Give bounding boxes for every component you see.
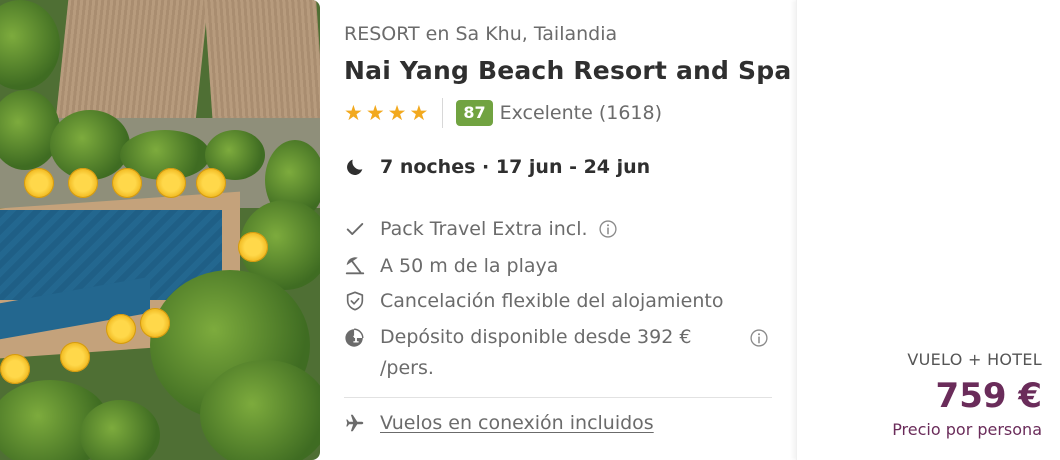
tree bbox=[80, 400, 160, 460]
plane-icon bbox=[346, 414, 364, 432]
flights-info: Vuelos en conexión incluidos bbox=[344, 412, 654, 434]
divider bbox=[344, 397, 772, 398]
rating-score-badge: 87 bbox=[456, 100, 493, 126]
roof-shape bbox=[203, 0, 320, 120]
info-icon[interactable] bbox=[749, 328, 769, 348]
feature-text: Depósito disponible desde 392 € bbox=[380, 326, 692, 348]
parasol bbox=[238, 232, 268, 262]
parasol bbox=[106, 314, 136, 344]
info-icon[interactable] bbox=[598, 219, 618, 239]
star-icon: ★ bbox=[344, 100, 363, 125]
feature-text: A 50 m de la playa bbox=[380, 255, 559, 277]
parasol bbox=[140, 308, 170, 338]
stay-dates: 7 noches · 17 jun - 24 jun bbox=[344, 156, 650, 178]
check-icon bbox=[346, 223, 364, 235]
feature-text: Cancelación flexible del alojamiento bbox=[380, 290, 724, 312]
rating-text[interactable]: Excelente (1618) bbox=[500, 102, 662, 124]
parasol bbox=[60, 342, 90, 372]
feature-text: Pack Travel Extra incl. bbox=[380, 218, 588, 240]
hotel-type-location: RESORT en Sa Khu, Tailandia bbox=[344, 23, 618, 45]
parasol bbox=[0, 354, 30, 384]
star-icon: ★ bbox=[365, 100, 385, 125]
nights-dates-text: 7 noches · 17 jun - 24 jun bbox=[380, 156, 651, 178]
price-per-person-label: Precio por persona bbox=[892, 420, 1042, 439]
deposit-text-block: Depósito disponible desde 392 € /pers. bbox=[380, 322, 691, 384]
deposit-icon: 1 bbox=[345, 328, 364, 347]
feature-pack-travel: Pack Travel Extra incl. bbox=[344, 218, 618, 240]
star-rating: ★ ★ ★ ★ bbox=[344, 100, 429, 125]
price-panel[interactable]: VUELO + HOTEL 759 € Precio por persona bbox=[796, 0, 1060, 460]
feature-deposit: 1 Depósito disponible desde 392 € /pers. bbox=[344, 326, 691, 384]
parasol bbox=[68, 168, 98, 198]
rating-row: ★ ★ ★ ★ 87 Excelente (1618) bbox=[344, 97, 662, 129]
feature-text-continued: /pers. bbox=[380, 357, 434, 379]
hotel-card[interactable]: RESORT en Sa Khu, Tailandia Nai Yang Bea… bbox=[0, 0, 1060, 460]
hotel-photo[interactable] bbox=[0, 0, 320, 460]
parasol bbox=[112, 168, 142, 198]
parasol bbox=[196, 168, 226, 198]
svg-text:1: 1 bbox=[352, 335, 359, 346]
parasol bbox=[24, 168, 54, 198]
feature-beach-distance: A 50 m de la playa bbox=[344, 255, 558, 277]
moon-icon bbox=[347, 159, 363, 175]
hotel-info: RESORT en Sa Khu, Tailandia Nai Yang Bea… bbox=[344, 0, 791, 460]
hotel-name[interactable]: Nai Yang Beach Resort and Spa bbox=[344, 56, 791, 85]
price-amount: 759 € bbox=[935, 376, 1042, 416]
package-type-label: VUELO + HOTEL bbox=[907, 350, 1042, 369]
tree bbox=[0, 0, 60, 90]
shield-check-icon bbox=[346, 291, 364, 311]
star-icon: ★ bbox=[409, 100, 429, 125]
beach-umbrella-icon bbox=[345, 257, 365, 275]
divider bbox=[442, 98, 444, 128]
flights-included-link[interactable]: Vuelos en conexión incluidos bbox=[380, 412, 654, 434]
feature-flexible-cancellation: Cancelación flexible del alojamiento bbox=[344, 290, 723, 312]
star-icon: ★ bbox=[387, 100, 407, 125]
parasol bbox=[156, 168, 186, 198]
